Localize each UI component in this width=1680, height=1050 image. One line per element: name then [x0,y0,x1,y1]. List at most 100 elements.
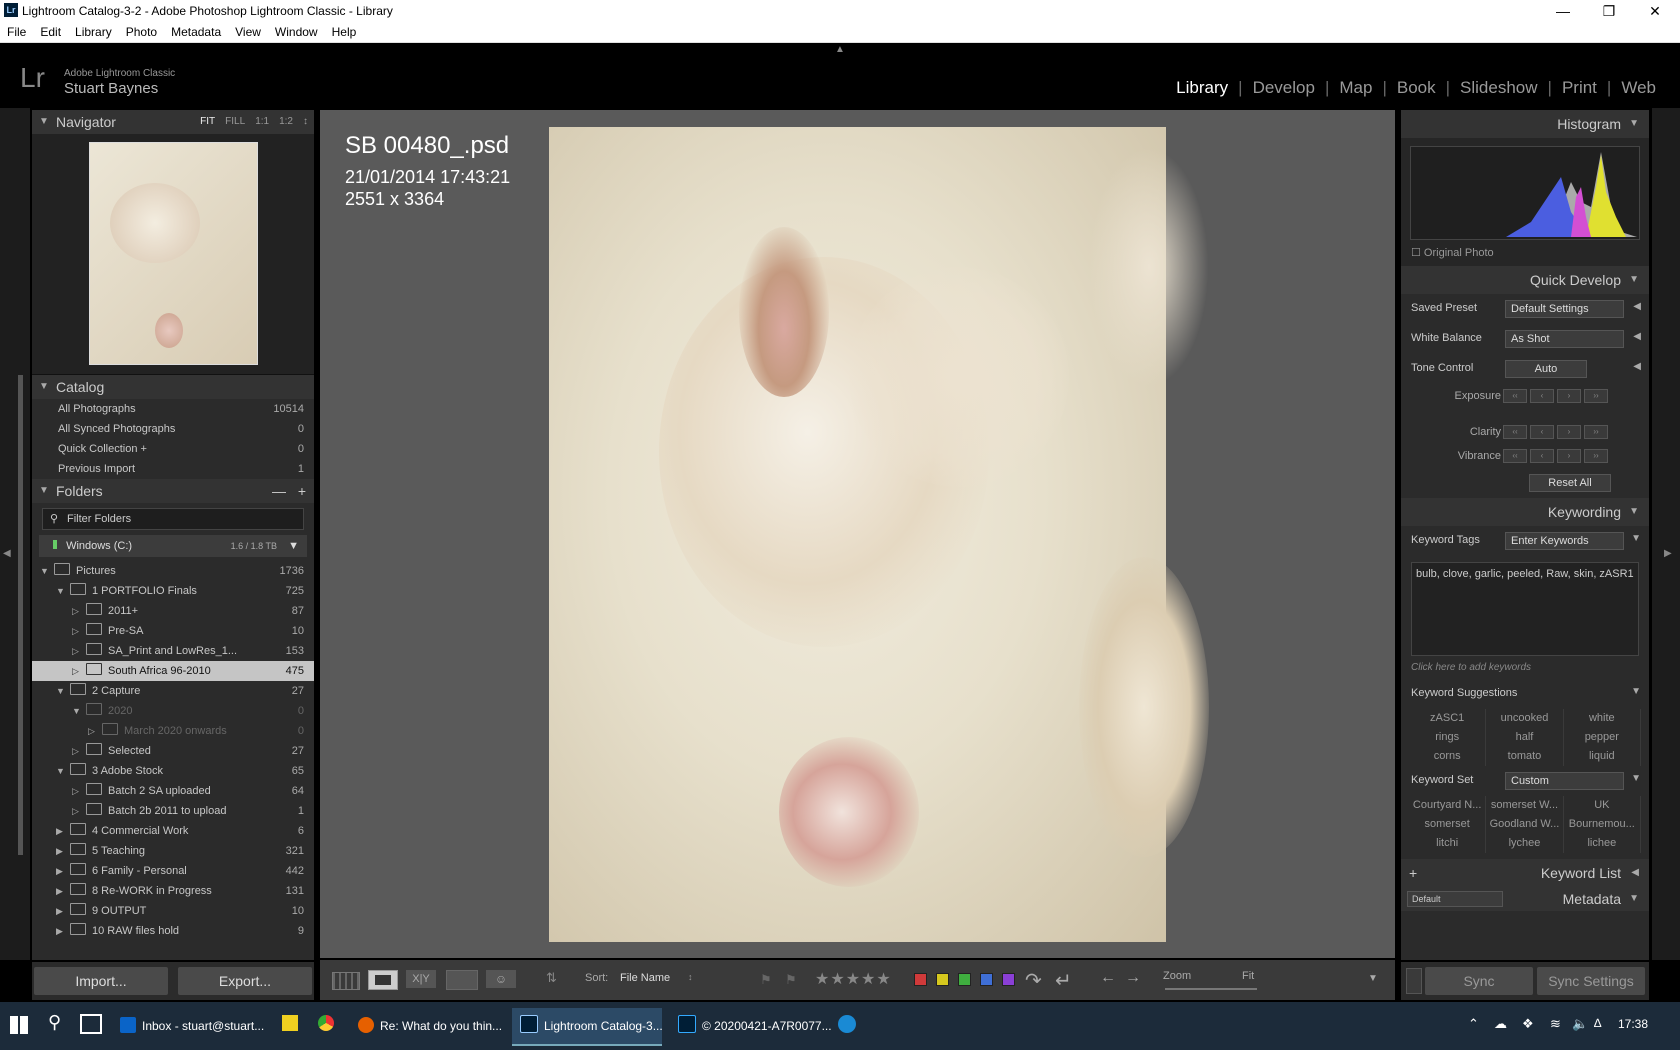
dropbox-icon[interactable]: ❖ [1522,1016,1534,1032]
add-folder-icon[interactable]: + [298,479,306,503]
menu-edit[interactable]: Edit [33,22,68,42]
keywords-textarea[interactable]: bulb, clove, garlic, peeled, Raw, skin, … [1411,562,1639,656]
menu-help[interactable]: Help [325,22,364,42]
search-icon[interactable]: ⚲ [48,1012,61,1033]
metadata-header[interactable]: Default Metadata ▼ [1401,887,1649,911]
sticky-notes-icon[interactable] [282,1015,298,1031]
taskbar-photoshop[interactable]: © 20200421-A7R0077... [670,1008,832,1044]
clarity-decrease-large[interactable]: ‹‹ [1503,425,1527,439]
keyword-suggestions-header[interactable]: Keyword Suggestions ▼ [1401,679,1649,709]
original-photo-checkbox[interactable]: ☐ Original Photo [1411,246,1494,259]
toolbar-menu-icon[interactable]: ▼ [1368,973,1378,984]
catalog-item[interactable]: Quick Collection +0 [32,439,314,459]
exposure-increase-large[interactable]: ›› [1584,389,1608,403]
drive-header[interactable]: Windows (C:) 1.6 / 1.8 TB ▼ [39,535,307,557]
folder-item[interactable]: ▷ 2011+ 87 [32,601,314,621]
keyword-suggestion[interactable]: pepper [1564,728,1641,747]
rotate-left-icon[interactable]: ↷ [1025,968,1042,993]
saved-preset-select[interactable]: Default Settings [1505,300,1624,318]
catalog-item[interactable]: Previous Import 1 [32,459,314,479]
folder-item[interactable]: ▼ 3 Adobe Stock 65 [32,761,314,781]
clarity-increase[interactable]: › [1557,425,1581,439]
keyword-suggestion[interactable]: corns [1409,747,1487,766]
expand-triangle-icon[interactable]: ◀ [1631,859,1639,887]
collapse-triangle-icon[interactable]: ▼ [1629,110,1639,138]
keyword-set-item[interactable]: somerset W... [1486,796,1564,815]
color-label-swatch[interactable] [936,973,949,986]
top-panel-toggle-icon[interactable]: ▲ [835,44,845,55]
close-icon[interactable]: ✕ [1632,0,1678,22]
exposure-decrease[interactable]: ‹ [1530,389,1554,403]
collapse-triangle-icon[interactable]: ▼ [1629,498,1639,526]
folder-item[interactable]: ▷ Batch 2b 2011 to upload 1 [32,801,314,821]
keyword-suggestion[interactable]: tomato [1486,747,1564,766]
keyword-suggestion[interactable]: rings [1409,728,1487,747]
nav-fill[interactable]: FILL [225,116,245,127]
flag-pick-icon[interactable]: ⚑ [760,972,772,988]
sort-select[interactable]: File Name [620,972,670,984]
catalog-header[interactable]: ▼ Catalog [32,375,314,399]
clarity-decrease[interactable]: ‹ [1530,425,1554,439]
module-develop[interactable]: Develop [1243,78,1325,97]
keyword-tags-mode-select[interactable]: Enter Keywords [1505,532,1624,550]
nav-1-2[interactable]: 1:2 [279,116,293,127]
compare-view-icon[interactable]: X|Y [406,970,436,988]
rotate-right-icon[interactable]: ↵ [1055,968,1072,993]
language-icon[interactable]: ∆ [1594,1016,1601,1030]
right-panel-toggle-icon[interactable]: ▶ [1664,548,1672,559]
add-keywords-input[interactable]: Click here to add keywords [1411,662,1639,673]
expand-arrow-icon[interactable]: ◀ [1633,301,1641,312]
folders-header[interactable]: ▼ Folders — + [32,479,314,503]
module-map[interactable]: Map [1329,78,1382,97]
nav-fit[interactable]: FIT [200,116,215,127]
color-label-swatch[interactable] [1002,973,1015,986]
next-photo-icon[interactable]: → [1125,969,1141,987]
histogram-header[interactable]: Histogram ▼ [1401,110,1649,138]
module-library[interactable]: Library [1166,78,1238,97]
collapse-triangle-icon[interactable]: ▼ [39,375,49,399]
metadata-preset-select[interactable]: Default [1407,891,1503,907]
left-panel-scrollbar[interactable] [18,375,23,855]
expand-arrow-icon[interactable]: ◀ [1633,361,1641,372]
keyword-set-item[interactable]: lychee [1486,834,1564,853]
menu-library[interactable]: Library [68,22,119,42]
keyword-list-header[interactable]: + Keyword List ◀ [1401,859,1649,887]
navigator-thumbnail[interactable] [89,142,258,365]
auto-sync-toggle[interactable] [1406,968,1422,994]
clarity-increase-large[interactable]: ›› [1584,425,1608,439]
color-label-swatch[interactable] [914,973,927,986]
auto-tone-button[interactable]: Auto [1505,360,1587,378]
main-photo[interactable] [549,127,1209,942]
folder-item[interactable]: ▷ SA_Print and LowRes_1... 153 [32,641,314,661]
windows-start-icon[interactable] [10,1016,28,1034]
keyword-set-select[interactable]: Custom [1505,772,1624,790]
chrome-icon[interactable] [318,1015,334,1031]
catalog-item[interactable]: All Synced Photographs 0 [32,419,314,439]
sort-stepper-icon[interactable]: ↕ [688,972,693,982]
folder-item[interactable]: ▶ 8 Re-WORK in Progress 131 [32,881,314,901]
previous-photo-icon[interactable]: ← [1100,969,1116,987]
collapse-triangle-icon[interactable]: ▼ [1631,773,1641,784]
menu-file[interactable]: File [0,22,33,42]
collapse-triangle-icon[interactable]: ▼ [1629,266,1639,294]
keyword-suggestion[interactable]: half [1486,728,1564,747]
clock[interactable]: 17:38 [1618,1017,1648,1031]
minimize-icon[interactable]: — [1540,0,1586,22]
grid-view-icon[interactable] [332,972,360,990]
task-view-icon[interactable] [80,1014,102,1034]
menu-window[interactable]: Window [268,22,325,42]
exposure-increase[interactable]: › [1557,389,1581,403]
sync-settings-button[interactable]: Sync Settings [1537,967,1645,995]
collapse-triangle-icon[interactable]: ▼ [39,110,49,134]
menu-photo[interactable]: Photo [119,22,164,42]
navigator-preview[interactable] [32,134,314,375]
folder-item[interactable]: ▶ 10 RAW files hold 9 [32,921,314,941]
menu-view[interactable]: View [228,22,268,42]
quick-develop-header[interactable]: Quick Develop ▼ [1401,266,1649,294]
folder-item[interactable]: ▼ Pictures 1736 [32,561,314,581]
module-book[interactable]: Book [1387,78,1446,97]
left-panel-toggle-icon[interactable]: ◀ [3,548,11,559]
drive-menu-triangle-icon[interactable]: ▼ [288,535,299,557]
nav-1-1[interactable]: 1:1 [255,116,269,127]
menu-metadata[interactable]: Metadata [164,22,228,42]
